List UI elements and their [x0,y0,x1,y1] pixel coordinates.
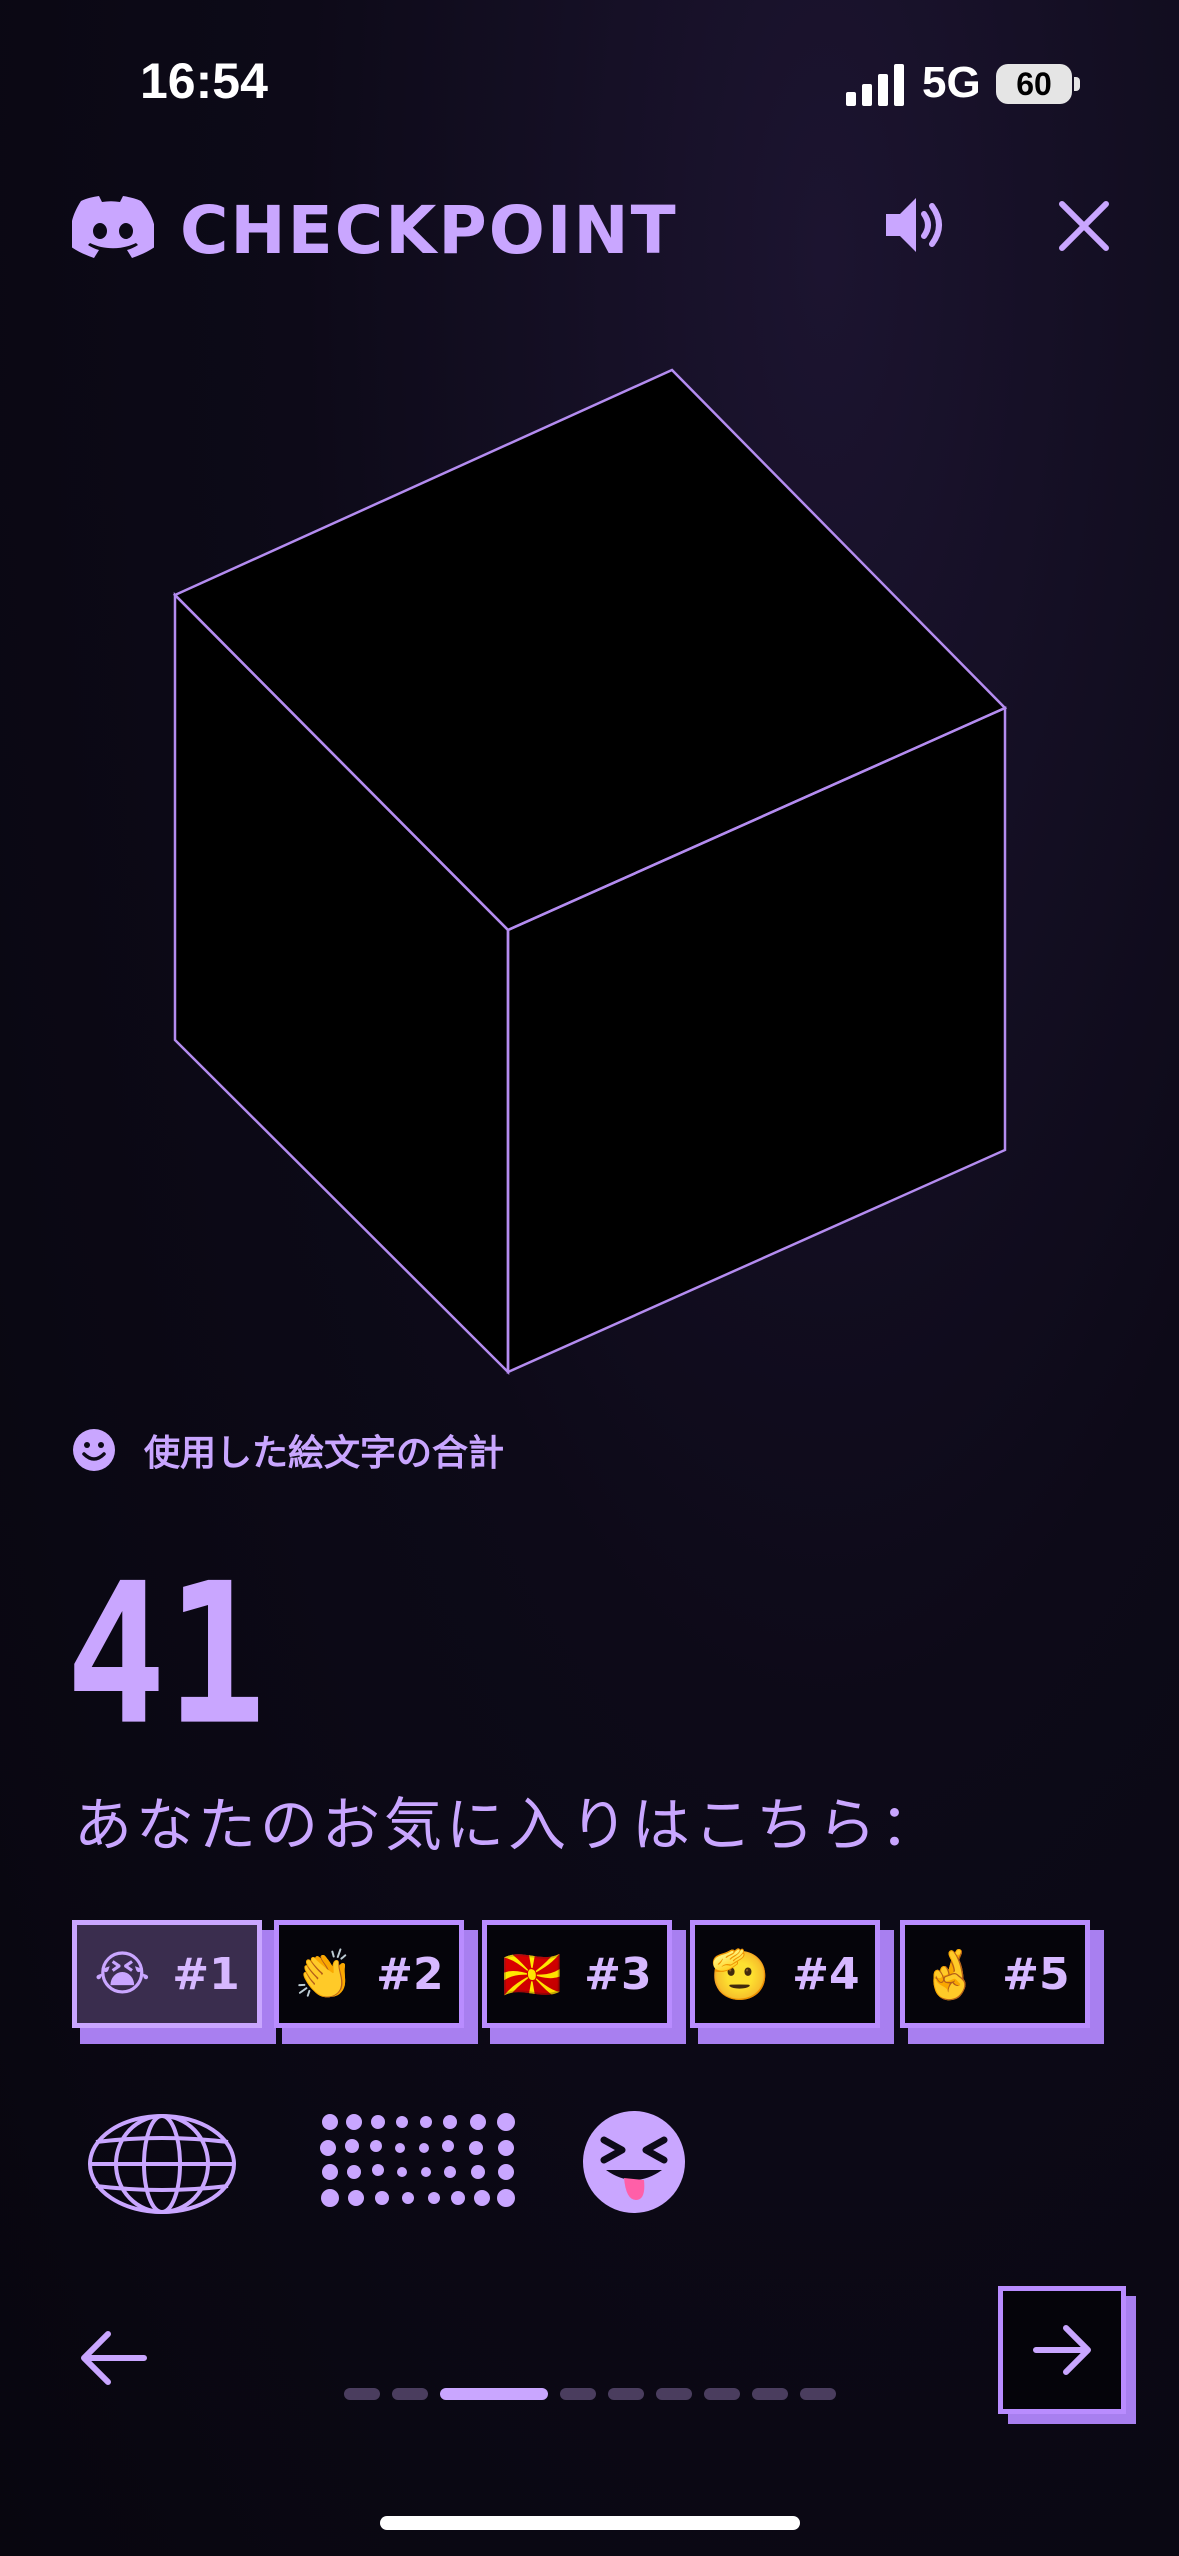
sound-button[interactable] [880,190,950,260]
arrow-left-icon [81,2331,147,2385]
page-dot [608,2388,644,2400]
battery-icon: 60 [996,64,1072,104]
rank-tab-2[interactable]: 👏 #2 [274,1920,478,2044]
rank-tab-3[interactable]: 🇲🇰 #3 [482,1920,686,2044]
rank-tab-4[interactable]: 🫡 #4 [690,1920,894,2044]
page-dot [560,2388,596,2400]
page-dot-active [440,2388,548,2400]
discord-logo-icon [72,196,154,258]
rank-tab-button[interactable]: 🤞 #5 [900,1920,1090,2028]
rank-number: #2 [376,1948,444,2000]
back-button[interactable] [74,2326,150,2390]
rank-tab-1[interactable]: 😭 #1 [72,1920,276,2044]
rank-tab-button[interactable]: 👏 #2 [274,1920,464,2028]
network-type: 5G [922,58,981,107]
next-button[interactable] [998,2286,1136,2424]
rank-number: #5 [1002,1948,1070,2000]
rank-tab-button[interactable]: 🫡 #4 [690,1920,880,2028]
arrow-right-icon [1033,2325,1091,2375]
close-button[interactable] [1052,194,1116,258]
signal-icon [846,64,904,106]
wireframe-globe-icon [88,2114,236,2214]
rank-emoji: 👏 [294,1946,355,2003]
stat-value-text: 41 [66,1542,266,1730]
rank-number: #1 [172,1948,240,2000]
page-dot [656,2388,692,2400]
favorites-label: あなたのお気に入りはこちら： [74,1791,943,1859]
rank-tab-button[interactable]: 😭 #1 [72,1920,262,2028]
squinting-tongue-face-icon [583,2111,685,2213]
battery-nub [1074,77,1080,91]
rank-emoji: 🤞 [920,1946,981,2003]
rank-number: #3 [584,1948,652,2000]
rank-emoji: 🫡 [710,1946,771,2003]
home-indicator[interactable] [380,2516,800,2530]
page-dot [752,2388,788,2400]
stat-label: 使用した絵文字の合計 [144,1433,505,1474]
stat-label-row: 使用した絵文字の合計 [72,1424,504,1476]
smile-icon [73,1429,115,1471]
page-indicator [344,2388,836,2400]
rank-tab-button[interactable]: 🇲🇰 #3 [482,1920,672,2028]
dot-grid-icon [320,2113,515,2207]
battery-level: 60 [1016,65,1052,102]
speaker-icon [886,198,942,252]
page-dot [344,2388,380,2400]
status-time: 16:54 [140,53,268,109]
rank-number: #4 [792,1948,860,2000]
close-icon [1059,201,1109,251]
stat-value: 41 [66,1542,266,1730]
next-button-face[interactable] [998,2286,1126,2414]
page-title: CHECKPOINT [180,192,678,269]
page-dot [800,2388,836,2400]
emoji-cube: 😭 😭 😭 [172,368,1008,1376]
rank-emoji: 😭 [94,1946,151,2002]
rank-emoji: 🇲🇰 [502,1946,563,2003]
page-dot [392,2388,428,2400]
page-dot [704,2388,740,2400]
rank-tab-5[interactable]: 🤞 #5 [900,1920,1104,2044]
